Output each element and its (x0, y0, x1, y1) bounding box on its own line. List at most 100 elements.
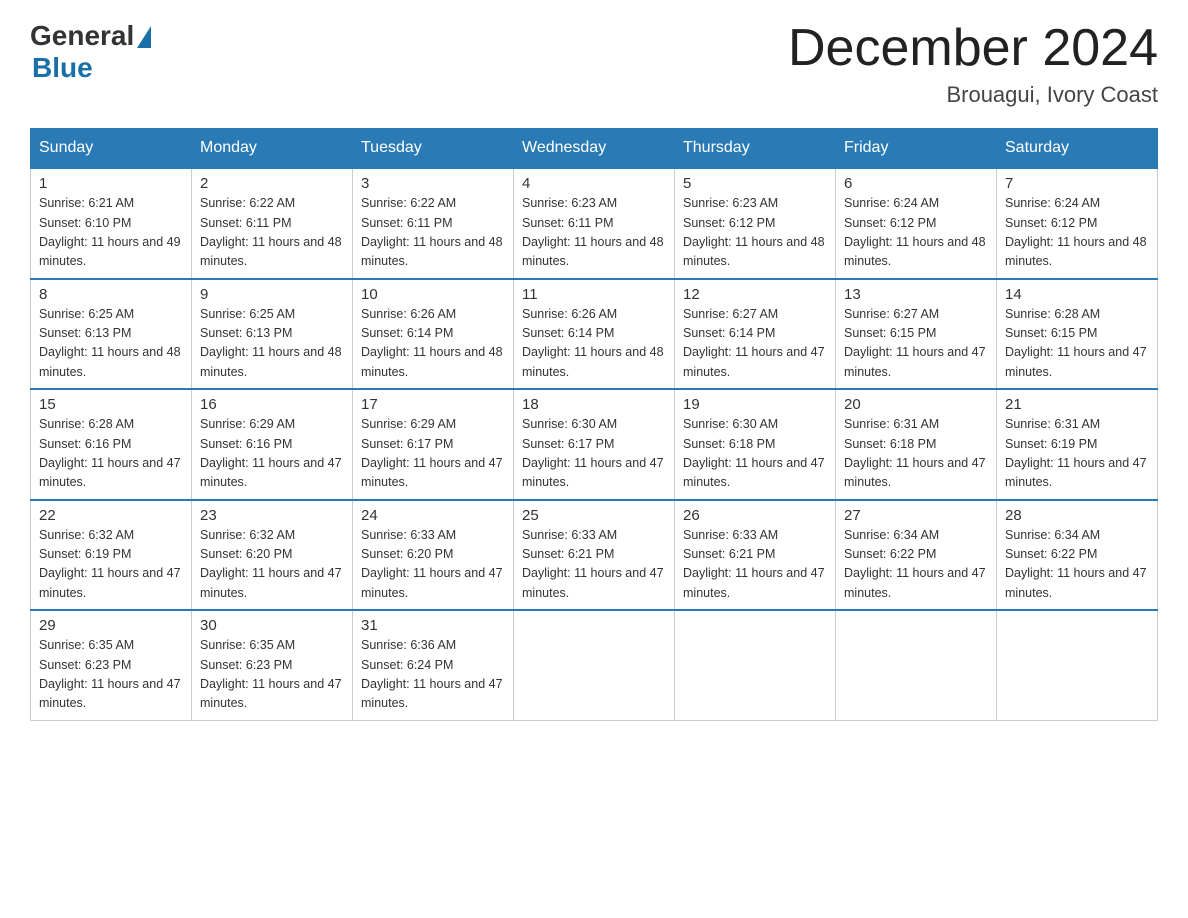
day-info: Sunrise: 6:33 AMSunset: 6:20 PMDaylight:… (361, 526, 505, 604)
calendar-cell: 9 Sunrise: 6:25 AMSunset: 6:13 PMDayligh… (192, 279, 353, 390)
week-row-1: 1 Sunrise: 6:21 AMSunset: 6:10 PMDayligh… (31, 168, 1158, 279)
day-info: Sunrise: 6:35 AMSunset: 6:23 PMDaylight:… (200, 636, 344, 714)
day-info: Sunrise: 6:27 AMSunset: 6:14 PMDaylight:… (683, 305, 827, 383)
day-info: Sunrise: 6:27 AMSunset: 6:15 PMDaylight:… (844, 305, 988, 383)
day-number: 28 (1005, 507, 1149, 524)
day-number: 9 (200, 286, 344, 303)
day-number: 19 (683, 396, 827, 413)
calendar-cell: 23 Sunrise: 6:32 AMSunset: 6:20 PMDaylig… (192, 500, 353, 611)
calendar-cell: 20 Sunrise: 6:31 AMSunset: 6:18 PMDaylig… (836, 389, 997, 500)
calendar-cell: 22 Sunrise: 6:32 AMSunset: 6:19 PMDaylig… (31, 500, 192, 611)
day-number: 7 (1005, 175, 1149, 192)
header-wednesday: Wednesday (514, 129, 675, 169)
day-info: Sunrise: 6:22 AMSunset: 6:11 PMDaylight:… (200, 194, 344, 272)
calendar-cell: 10 Sunrise: 6:26 AMSunset: 6:14 PMDaylig… (353, 279, 514, 390)
day-number: 5 (683, 175, 827, 192)
calendar-cell: 26 Sunrise: 6:33 AMSunset: 6:21 PMDaylig… (675, 500, 836, 611)
day-info: Sunrise: 6:32 AMSunset: 6:19 PMDaylight:… (39, 526, 183, 604)
day-number: 22 (39, 507, 183, 524)
location-title: Brouagui, Ivory Coast (788, 82, 1158, 108)
day-number: 23 (200, 507, 344, 524)
day-info: Sunrise: 6:33 AMSunset: 6:21 PMDaylight:… (522, 526, 666, 604)
calendar-cell: 13 Sunrise: 6:27 AMSunset: 6:15 PMDaylig… (836, 279, 997, 390)
calendar-cell: 17 Sunrise: 6:29 AMSunset: 6:17 PMDaylig… (353, 389, 514, 500)
header-saturday: Saturday (997, 129, 1158, 169)
day-info: Sunrise: 6:31 AMSunset: 6:18 PMDaylight:… (844, 415, 988, 493)
day-info: Sunrise: 6:30 AMSunset: 6:17 PMDaylight:… (522, 415, 666, 493)
day-info: Sunrise: 6:30 AMSunset: 6:18 PMDaylight:… (683, 415, 827, 493)
day-number: 12 (683, 286, 827, 303)
logo-blue: Blue (32, 52, 93, 84)
calendar-cell: 1 Sunrise: 6:21 AMSunset: 6:10 PMDayligh… (31, 168, 192, 279)
calendar-cell: 6 Sunrise: 6:24 AMSunset: 6:12 PMDayligh… (836, 168, 997, 279)
calendar-cell: 14 Sunrise: 6:28 AMSunset: 6:15 PMDaylig… (997, 279, 1158, 390)
day-number: 16 (200, 396, 344, 413)
calendar-cell: 5 Sunrise: 6:23 AMSunset: 6:12 PMDayligh… (675, 168, 836, 279)
header-sunday: Sunday (31, 129, 192, 169)
day-info: Sunrise: 6:33 AMSunset: 6:21 PMDaylight:… (683, 526, 827, 604)
day-number: 10 (361, 286, 505, 303)
day-info: Sunrise: 6:34 AMSunset: 6:22 PMDaylight:… (844, 526, 988, 604)
day-info: Sunrise: 6:28 AMSunset: 6:15 PMDaylight:… (1005, 305, 1149, 383)
day-number: 31 (361, 617, 505, 634)
calendar-cell: 16 Sunrise: 6:29 AMSunset: 6:16 PMDaylig… (192, 389, 353, 500)
header-friday: Friday (836, 129, 997, 169)
week-row-2: 8 Sunrise: 6:25 AMSunset: 6:13 PMDayligh… (31, 279, 1158, 390)
day-number: 29 (39, 617, 183, 634)
day-number: 13 (844, 286, 988, 303)
day-number: 1 (39, 175, 183, 192)
week-row-5: 29 Sunrise: 6:35 AMSunset: 6:23 PMDaylig… (31, 610, 1158, 720)
calendar-cell: 18 Sunrise: 6:30 AMSunset: 6:17 PMDaylig… (514, 389, 675, 500)
day-info: Sunrise: 6:26 AMSunset: 6:14 PMDaylight:… (522, 305, 666, 383)
day-info: Sunrise: 6:26 AMSunset: 6:14 PMDaylight:… (361, 305, 505, 383)
day-info: Sunrise: 6:25 AMSunset: 6:13 PMDaylight:… (39, 305, 183, 383)
day-info: Sunrise: 6:34 AMSunset: 6:22 PMDaylight:… (1005, 526, 1149, 604)
calendar-cell: 2 Sunrise: 6:22 AMSunset: 6:11 PMDayligh… (192, 168, 353, 279)
week-row-4: 22 Sunrise: 6:32 AMSunset: 6:19 PMDaylig… (31, 500, 1158, 611)
day-number: 2 (200, 175, 344, 192)
day-number: 8 (39, 286, 183, 303)
day-number: 21 (1005, 396, 1149, 413)
day-info: Sunrise: 6:36 AMSunset: 6:24 PMDaylight:… (361, 636, 505, 714)
calendar-cell: 21 Sunrise: 6:31 AMSunset: 6:19 PMDaylig… (997, 389, 1158, 500)
logo-triangle-icon (137, 26, 151, 48)
day-number: 24 (361, 507, 505, 524)
day-number: 20 (844, 396, 988, 413)
day-info: Sunrise: 6:22 AMSunset: 6:11 PMDaylight:… (361, 194, 505, 272)
calendar-cell: 4 Sunrise: 6:23 AMSunset: 6:11 PMDayligh… (514, 168, 675, 279)
calendar-cell (675, 610, 836, 720)
calendar-cell: 15 Sunrise: 6:28 AMSunset: 6:16 PMDaylig… (31, 389, 192, 500)
logo-general: General (30, 20, 134, 52)
calendar-cell: 24 Sunrise: 6:33 AMSunset: 6:20 PMDaylig… (353, 500, 514, 611)
day-info: Sunrise: 6:29 AMSunset: 6:16 PMDaylight:… (200, 415, 344, 493)
day-info: Sunrise: 6:35 AMSunset: 6:23 PMDaylight:… (39, 636, 183, 714)
calendar-cell: 3 Sunrise: 6:22 AMSunset: 6:11 PMDayligh… (353, 168, 514, 279)
month-title: December 2024 (788, 20, 1158, 77)
day-info: Sunrise: 6:21 AMSunset: 6:10 PMDaylight:… (39, 194, 183, 272)
day-info: Sunrise: 6:23 AMSunset: 6:11 PMDaylight:… (522, 194, 666, 272)
day-number: 27 (844, 507, 988, 524)
calendar-cell: 29 Sunrise: 6:35 AMSunset: 6:23 PMDaylig… (31, 610, 192, 720)
day-info: Sunrise: 6:25 AMSunset: 6:13 PMDaylight:… (200, 305, 344, 383)
calendar-cell (514, 610, 675, 720)
calendar-header-row: SundayMondayTuesdayWednesdayThursdayFrid… (31, 129, 1158, 169)
logo: General Blue (30, 20, 151, 84)
calendar-cell: 19 Sunrise: 6:30 AMSunset: 6:18 PMDaylig… (675, 389, 836, 500)
day-info: Sunrise: 6:29 AMSunset: 6:17 PMDaylight:… (361, 415, 505, 493)
day-info: Sunrise: 6:24 AMSunset: 6:12 PMDaylight:… (844, 194, 988, 272)
day-number: 11 (522, 286, 666, 303)
header-monday: Monday (192, 129, 353, 169)
calendar-cell: 28 Sunrise: 6:34 AMSunset: 6:22 PMDaylig… (997, 500, 1158, 611)
header-thursday: Thursday (675, 129, 836, 169)
calendar-cell (997, 610, 1158, 720)
calendar-cell: 11 Sunrise: 6:26 AMSunset: 6:14 PMDaylig… (514, 279, 675, 390)
page-header: General Blue December 2024 Brouagui, Ivo… (30, 20, 1158, 108)
day-info: Sunrise: 6:28 AMSunset: 6:16 PMDaylight:… (39, 415, 183, 493)
day-number: 30 (200, 617, 344, 634)
day-number: 3 (361, 175, 505, 192)
day-number: 6 (844, 175, 988, 192)
day-number: 25 (522, 507, 666, 524)
calendar-cell: 31 Sunrise: 6:36 AMSunset: 6:24 PMDaylig… (353, 610, 514, 720)
calendar-cell (836, 610, 997, 720)
day-number: 18 (522, 396, 666, 413)
